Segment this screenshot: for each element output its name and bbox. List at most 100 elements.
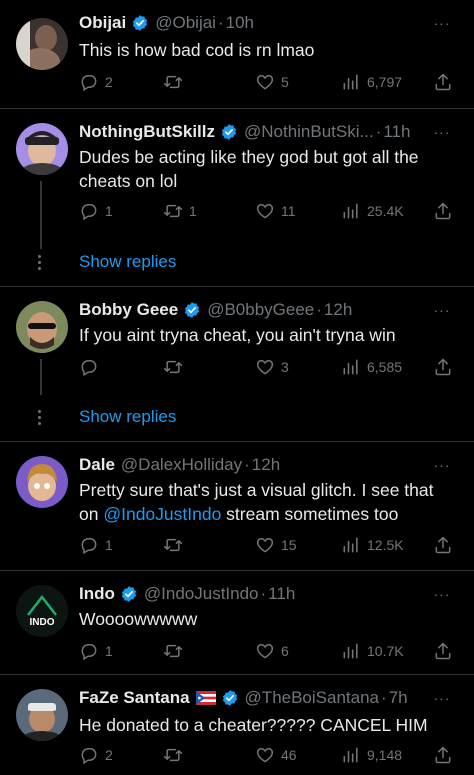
like-icon xyxy=(255,535,275,555)
author-name[interactable]: Indo xyxy=(79,584,115,604)
like-icon xyxy=(255,201,275,221)
views-button[interactable]: 6,585 xyxy=(341,355,402,379)
post-obijai[interactable]: Obijai @Obijai · 10h ··· This is how bad… xyxy=(0,0,474,108)
author-name[interactable]: Dale xyxy=(79,455,115,475)
repost-button[interactable] xyxy=(163,70,189,94)
post-time[interactable]: 7h xyxy=(389,688,408,708)
verified-badge-icon xyxy=(220,123,238,141)
reply-button[interactable] xyxy=(79,355,105,379)
thread-dots xyxy=(38,410,42,426)
repost-button[interactable] xyxy=(163,533,189,557)
views-button[interactable]: 6,797 xyxy=(341,70,402,94)
views-icon xyxy=(341,641,361,661)
share-button[interactable] xyxy=(433,355,453,379)
avatar[interactable] xyxy=(16,18,68,70)
post-header: NothingButSkillz @NothinButSki... · 11h xyxy=(79,121,424,143)
like-count: 5 xyxy=(281,74,289,90)
action-bar: 1 15 12.5K xyxy=(79,533,459,557)
post-time[interactable]: 11h xyxy=(383,122,410,142)
share-button[interactable] xyxy=(433,533,453,557)
like-button[interactable]: 11 xyxy=(255,199,296,223)
repost-button[interactable] xyxy=(163,743,189,767)
like-button[interactable]: 3 xyxy=(255,355,289,379)
post-header: Obijai @Obijai · 10h xyxy=(79,12,424,34)
share-button[interactable] xyxy=(433,199,453,223)
share-button[interactable] xyxy=(433,743,453,767)
post-time[interactable]: 10h xyxy=(226,13,254,33)
author-handle[interactable]: @TheBoiSantana xyxy=(245,688,379,708)
separator-dot: · xyxy=(244,455,250,474)
reply-button[interactable]: 1 xyxy=(79,199,113,223)
author-name[interactable]: Obijai xyxy=(79,13,126,33)
more-options-icon[interactable]: ··· xyxy=(432,125,452,145)
view-count: 9,148 xyxy=(367,747,403,763)
post-header: Dale @DalexHolliday · 12h xyxy=(79,454,424,476)
more-options-icon[interactable]: ··· xyxy=(432,691,452,711)
share-icon xyxy=(433,72,453,92)
show-replies-link[interactable]: Show replies xyxy=(0,245,474,281)
author-name[interactable]: Bobby Geee xyxy=(79,300,178,320)
post-indo[interactable]: INDO Indo @IndoJustIndo · 11h ··· Woooow… xyxy=(0,571,474,674)
post-faze-santana[interactable]: FaZe Santana @TheBoiSantana · 7h ··· He … xyxy=(0,675,474,775)
more-options-icon[interactable]: ··· xyxy=(432,587,452,607)
reply-button[interactable]: 1 xyxy=(79,533,113,557)
like-icon xyxy=(255,641,275,661)
repost-button[interactable]: 1 xyxy=(163,199,197,223)
reply-icon xyxy=(79,535,99,555)
show-replies-link[interactable]: Show replies xyxy=(0,400,474,436)
post-text: Dudes be acting like they god but got al… xyxy=(79,147,419,191)
avatar[interactable] xyxy=(16,689,68,741)
post-text: Pretty sure that's just a visual glitch.… xyxy=(79,478,450,526)
author-name[interactable]: FaZe Santana xyxy=(79,688,190,708)
more-options-icon[interactable]: ··· xyxy=(432,303,452,323)
show-replies-label[interactable]: Show replies xyxy=(79,252,176,272)
reply-button[interactable]: 1 xyxy=(79,639,113,663)
views-button[interactable]: 12.5K xyxy=(341,533,404,557)
more-options-icon[interactable]: ··· xyxy=(432,458,452,478)
author-handle[interactable]: @NothinButSki... xyxy=(244,122,374,142)
reply-button[interactable]: 2 xyxy=(79,70,113,94)
repost-button[interactable] xyxy=(163,355,189,379)
like-count: 11 xyxy=(281,203,296,219)
show-replies-label[interactable]: Show replies xyxy=(79,407,176,427)
views-button[interactable]: 10.7K xyxy=(341,639,404,663)
author-handle[interactable]: @IndoJustIndo xyxy=(144,584,259,604)
avatar[interactable] xyxy=(16,456,68,508)
author-handle[interactable]: @Obijai xyxy=(155,13,216,33)
like-button[interactable]: 6 xyxy=(255,639,289,663)
views-button[interactable]: 25.4K xyxy=(341,199,404,223)
share-icon xyxy=(433,201,453,221)
avatar[interactable] xyxy=(16,123,68,175)
views-button[interactable]: 9,148 xyxy=(341,743,402,767)
mention-link[interactable]: @IndoJustIndo xyxy=(103,504,221,524)
reply-count: 1 xyxy=(105,643,113,659)
avatar[interactable]: INDO xyxy=(16,585,68,637)
post-text-end: stream sometimes too xyxy=(221,504,399,524)
like-button[interactable]: 5 xyxy=(255,70,289,94)
post-nothingbutskillz[interactable]: NothingButSkillz @NothinButSki... · 11h … xyxy=(0,109,474,249)
share-icon xyxy=(433,641,453,661)
separator-dot: · xyxy=(217,13,224,32)
reply-count: 1 xyxy=(105,537,113,553)
post-time[interactable]: 12h xyxy=(324,300,352,320)
share-button[interactable] xyxy=(433,70,453,94)
post-time[interactable]: 12h xyxy=(252,455,280,475)
like-button[interactable]: 15 xyxy=(255,533,297,557)
author-handle[interactable]: @B0bbyGeee xyxy=(207,300,314,320)
verified-badge-icon xyxy=(183,301,201,319)
separator-dot: · xyxy=(381,688,387,707)
reply-button[interactable]: 2 xyxy=(79,743,113,767)
like-button[interactable]: 46 xyxy=(255,743,297,767)
more-options-icon[interactable]: ··· xyxy=(432,16,452,36)
post-dale[interactable]: Dale @DalexHolliday · 12h ··· Pretty sur… xyxy=(0,442,474,570)
view-count: 10.7K xyxy=(367,643,404,659)
author-handle[interactable]: @DalexHolliday xyxy=(121,455,242,475)
avatar[interactable] xyxy=(16,301,68,353)
share-button[interactable] xyxy=(433,639,453,663)
author-name[interactable]: NothingButSkillz xyxy=(79,122,215,142)
reply-icon xyxy=(79,357,99,377)
post-bobby-geee[interactable]: Bobby Geee @B0bbyGeee · 12h ··· If you a… xyxy=(0,287,474,397)
post-time[interactable]: 11h xyxy=(268,584,295,604)
post-text: He donated to a cheater????? CANCEL HIM xyxy=(79,715,428,735)
repost-button[interactable] xyxy=(163,639,189,663)
